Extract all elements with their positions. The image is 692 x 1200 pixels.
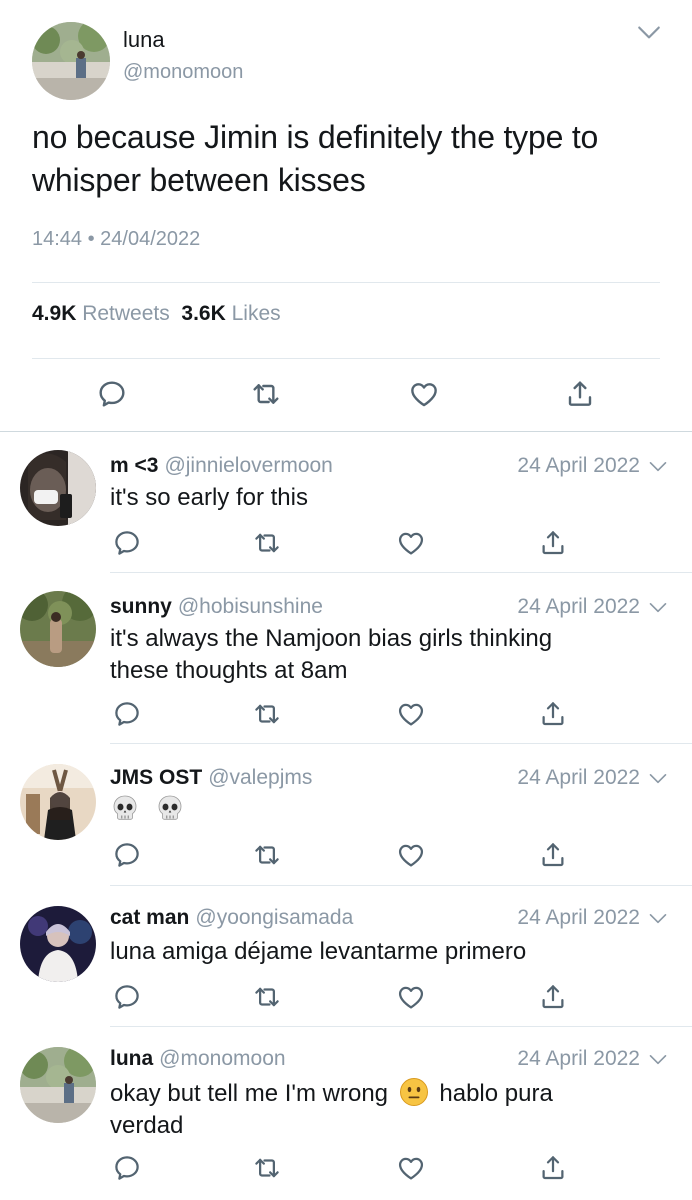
reply-author-handle[interactable]: @yoongisamada [195, 906, 353, 929]
reply-icon[interactable] [112, 528, 142, 558]
like-icon[interactable] [396, 528, 426, 558]
reply-icon[interactable] [112, 699, 142, 729]
chevron-down-icon[interactable] [648, 601, 668, 617]
reply-author-handle[interactable]: @valepjms [208, 766, 312, 789]
reply-actions [0, 528, 692, 558]
share-icon[interactable] [538, 699, 568, 729]
retweets-stat[interactable]: 4.9K Retweets [32, 302, 170, 325]
reply-text: luna amiga déjame levantarme primero [110, 938, 527, 965]
reply-avatar[interactable] [20, 1047, 96, 1123]
like-icon[interactable] [396, 699, 426, 729]
likes-label: Likes [231, 302, 281, 325]
retweets-count: 4.9K [32, 302, 77, 325]
tweet-actions [0, 378, 692, 414]
retweet-icon[interactable] [252, 528, 282, 558]
reply-actions [0, 982, 692, 1012]
retweet-icon[interactable] [252, 699, 282, 729]
likes-stat[interactable]: 3.6K Likes [181, 302, 280, 325]
divider [32, 358, 660, 359]
skull-emoji [113, 795, 137, 820]
reply-date: 24 April 2022 [517, 595, 640, 618]
like-icon[interactable] [396, 840, 426, 870]
reply-date: 24 April 2022 [517, 906, 640, 929]
reply-author-name[interactable]: sunny [110, 595, 172, 618]
reply-text-part1: okay but tell me I'm wrong [110, 1080, 389, 1107]
reply-actions [0, 840, 692, 870]
reply-icon[interactable] [112, 982, 142, 1012]
share-icon[interactable] [538, 982, 568, 1012]
reply-text: it's always the Namjoon bias girls think… [110, 625, 553, 684]
reply-date: 24 April 2022 [517, 766, 640, 789]
reply-header: m <3 @jinnielovermoon [110, 454, 333, 478]
reply-header: sunny @hobisunshine [110, 595, 323, 619]
chevron-down-icon[interactable] [648, 460, 668, 476]
divider [32, 282, 660, 283]
reply-author-handle[interactable]: @hobisunshine [178, 595, 323, 618]
reply-icon[interactable] [96, 378, 128, 410]
reply-text: 💀💀 [110, 794, 670, 828]
author-name[interactable]: luna [123, 27, 165, 53]
retweet-icon[interactable] [252, 1153, 282, 1183]
reply-header: luna @monomoon [110, 1047, 286, 1071]
reply-tweet[interactable]: luna @monomoon 24 April 2022 okay but tel… [0, 1027, 692, 1200]
reply-text: it's so early for this [110, 484, 308, 511]
reply-avatar[interactable] [20, 764, 96, 840]
retweets-label: Retweets [82, 302, 170, 325]
reply-tweet[interactable]: sunny @hobisunshine 24 April 2022 it's al… [0, 573, 692, 745]
chevron-down-icon[interactable] [636, 24, 662, 44]
tweet-stats: 4.9K Retweets 3.6K Likes [32, 302, 281, 326]
reply-tweet[interactable]: cat man @yoongisamada 24 April 2022 luna … [0, 886, 692, 1028]
retweet-icon[interactable] [252, 982, 282, 1012]
reply-header: JMS OST @valepjms [110, 766, 312, 790]
author-handle[interactable]: @monomoon [123, 61, 243, 84]
chevron-down-icon[interactable] [648, 912, 668, 928]
reply-author-name[interactable]: m <3 [110, 454, 158, 477]
reply-author-name[interactable]: JMS OST [110, 766, 202, 789]
reply-actions [0, 1153, 692, 1183]
reply-author-handle[interactable]: @jinnielovermoon [164, 454, 332, 477]
reply-tweet[interactable]: JMS OST @valepjms 24 April 2022 💀💀 [0, 744, 692, 886]
likes-count: 3.6K [181, 302, 226, 325]
retweet-icon[interactable] [250, 378, 282, 410]
reply-actions [0, 699, 692, 729]
retweet-icon[interactable] [252, 840, 282, 870]
reply-tweet[interactable]: m <3 @jinnielovermoon 24 April 2022 it's … [0, 432, 692, 574]
chevron-down-icon[interactable] [648, 772, 668, 788]
tweet-timestamp: 14:44 • 24/04/2022 [32, 228, 201, 250]
reply-date: 24 April 2022 [517, 1047, 640, 1070]
reply-avatar[interactable] [20, 591, 96, 667]
reply-avatar[interactable] [20, 450, 96, 526]
tweet-text: no because Jimin is definitely the type … [32, 119, 599, 198]
reply-header: cat man @yoongisamada [110, 906, 353, 930]
reply-avatar[interactable] [20, 906, 96, 982]
main-tweet: luna @monomoon no because Jimin is defin… [0, 0, 692, 432]
reply-author-handle[interactable]: @monomoon [159, 1047, 285, 1070]
share-icon[interactable] [538, 840, 568, 870]
reply-icon[interactable] [112, 840, 142, 870]
share-icon[interactable] [564, 378, 596, 410]
author-avatar[interactable] [32, 22, 110, 100]
skull-emoji [158, 795, 182, 820]
like-icon[interactable] [396, 1153, 426, 1183]
neutral-face-emoji [399, 1078, 428, 1106]
share-icon[interactable] [538, 1153, 568, 1183]
share-icon[interactable] [538, 528, 568, 558]
reply-author-name[interactable]: luna [110, 1047, 153, 1070]
reply-author-name[interactable]: cat man [110, 906, 189, 929]
reply-date: 24 April 2022 [517, 454, 640, 477]
like-icon[interactable] [408, 378, 440, 410]
like-icon[interactable] [396, 982, 426, 1012]
chevron-down-icon[interactable] [648, 1053, 668, 1069]
reply-text: okay but tell me I'm wrong hablo pura ve… [110, 1077, 630, 1142]
reply-icon[interactable] [112, 1153, 142, 1183]
